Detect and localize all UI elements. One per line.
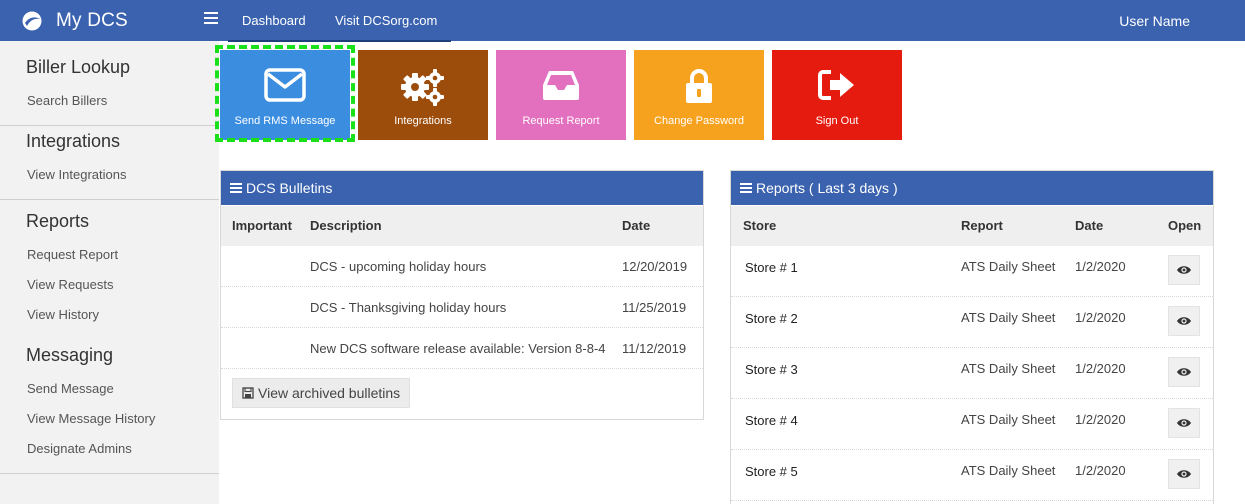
table-row: Store # 3 ATS Daily Sheet 1/2/2020 xyxy=(731,348,1213,399)
open-report-button[interactable] xyxy=(1168,306,1200,336)
sidebar-divider xyxy=(0,473,219,474)
sidebar-item-designate-admins[interactable]: Designate Admins xyxy=(27,441,132,456)
table-row[interactable]: New DCS software release available: Vers… xyxy=(221,328,703,369)
eye-icon xyxy=(1177,317,1191,325)
sidebar-item-request-report[interactable]: Request Report xyxy=(27,247,118,262)
table-row[interactable]: DCS - Thanksgiving holiday hours 11/25/2… xyxy=(221,287,703,328)
nav-visit-dcsorg-link[interactable]: Visit DCSorg.com xyxy=(335,0,437,41)
sidebar-item-view-requests[interactable]: View Requests xyxy=(27,277,113,292)
open-report-button[interactable] xyxy=(1168,408,1200,438)
sidebar-item-search-billers[interactable]: Search Billers xyxy=(27,93,107,108)
app-name: My DCS xyxy=(56,9,128,31)
sidebar-heading-biller-lookup: Biller Lookup xyxy=(26,57,131,77)
archive-button-label: View archived bulletins xyxy=(258,385,401,401)
view-archived-bulletins-button[interactable]: View archived bulletins xyxy=(232,378,411,408)
tile-integrations[interactable]: Integrations xyxy=(358,50,488,140)
column-header-store: Store xyxy=(743,218,777,233)
sidebar-item-view-history[interactable]: View History xyxy=(27,307,99,322)
report-name: ATS Daily Sheet xyxy=(961,463,1056,478)
bulletins-header: DCS Bulletins xyxy=(221,171,703,205)
reports-header: Reports ( Last 3 days ) xyxy=(731,171,1213,205)
user-name-menu[interactable]: User Name xyxy=(1119,0,1190,41)
report-name: ATS Daily Sheet xyxy=(961,259,1056,274)
menu-toggle-icon[interactable] xyxy=(204,12,218,26)
report-store: Store # 1 xyxy=(745,260,798,275)
bulletin-date: 11/25/2019 xyxy=(622,300,687,315)
column-header-date: Date xyxy=(1075,218,1104,233)
report-date: 1/2/2020 xyxy=(1075,310,1126,325)
bulletin-description[interactable]: DCS - upcoming holiday hours xyxy=(310,259,486,274)
tile-label: Request Report xyxy=(522,115,600,127)
bulletin-description[interactable]: New DCS software release available: Vers… xyxy=(310,341,606,356)
dcs-logo-icon xyxy=(22,11,42,30)
eye-icon xyxy=(1177,266,1191,274)
report-name: ATS Daily Sheet xyxy=(961,310,1056,325)
brand[interactable]: My DCS xyxy=(22,0,128,41)
sidebar-item-view-integrations[interactable]: View Integrations xyxy=(27,167,127,182)
report-name: ATS Daily Sheet xyxy=(961,412,1056,427)
sidebar-heading-reports: Reports xyxy=(26,211,90,231)
sidebar-divider xyxy=(0,125,219,126)
report-store: Store # 5 xyxy=(745,464,798,479)
sign-out-icon xyxy=(818,70,854,100)
sidebar-divider xyxy=(0,199,219,200)
table-row: Store # 4 ATS Daily Sheet 1/2/2020 xyxy=(731,399,1213,450)
open-report-button[interactable] xyxy=(1168,357,1200,387)
column-header-open: Open xyxy=(1168,218,1202,233)
column-header-date: Date xyxy=(622,218,651,233)
table-row: Store # 5 ATS Daily Sheet 1/2/2020 xyxy=(731,450,1213,501)
report-date: 1/2/2020 xyxy=(1075,412,1126,427)
table-row: Store # 1 ATS Daily Sheet 1/2/2020 xyxy=(731,246,1213,297)
tile-label: Integrations xyxy=(394,115,452,127)
eye-icon xyxy=(1177,470,1191,478)
lock-icon xyxy=(686,69,712,103)
tile-label: Sign Out xyxy=(815,115,859,127)
open-report-button[interactable] xyxy=(1168,459,1200,489)
tile-request-report[interactable]: Request Report xyxy=(496,50,626,140)
list-icon xyxy=(740,181,752,195)
report-store: Store # 4 xyxy=(745,413,798,428)
reports-title: Reports ( Last 3 days ) xyxy=(756,180,898,196)
gears-icon xyxy=(401,69,444,106)
sidebar-heading-messaging: Messaging xyxy=(26,345,114,365)
bulletins-panel: DCS Bulletins Important Description Date… xyxy=(220,170,704,420)
list-icon xyxy=(230,181,242,195)
column-header-important: Important xyxy=(232,218,292,233)
bulletin-date: 11/12/2019 xyxy=(622,341,687,356)
table-row[interactable]: DCS - upcoming holiday hours 12/20/2019 xyxy=(221,246,703,287)
report-date: 1/2/2020 xyxy=(1075,463,1126,478)
sidebar: Biller Lookup Search Billers Integration… xyxy=(0,41,219,504)
report-store: Store # 2 xyxy=(745,311,798,326)
open-report-button[interactable] xyxy=(1168,255,1200,285)
tile-label: Change Password xyxy=(654,115,744,127)
table-row: Store # 2 ATS Daily Sheet 1/2/2020 xyxy=(731,297,1213,348)
bulletins-title: DCS Bulletins xyxy=(246,180,333,196)
column-header-description: Description xyxy=(310,218,382,233)
sidebar-heading-integrations: Integrations xyxy=(26,131,121,151)
eye-icon xyxy=(1177,419,1191,427)
column-header-report: Report xyxy=(961,218,1003,233)
bulletin-date: 12/20/2019 xyxy=(622,259,688,274)
report-date: 1/2/2020 xyxy=(1075,361,1126,376)
reports-table-header: Store Report Date Open xyxy=(731,206,1213,246)
bulletins-table-header: Important Description Date xyxy=(221,206,703,246)
tile-sign-out[interactable]: Sign Out xyxy=(772,50,902,140)
nav-active-underline xyxy=(228,40,451,42)
bulletin-description[interactable]: DCS - Thanksgiving holiday hours xyxy=(310,300,506,315)
nav-dashboard-link[interactable]: Dashboard xyxy=(242,0,306,41)
focus-outline xyxy=(215,45,355,142)
tile-change-password[interactable]: Change Password xyxy=(634,50,764,140)
report-date: 1/2/2020 xyxy=(1075,259,1126,274)
report-store: Store # 3 xyxy=(745,362,798,377)
reports-panel: Reports ( Last 3 days ) Store Report Dat… xyxy=(730,170,1214,504)
top-bar: My DCS Dashboard Visit DCSorg.com User N… xyxy=(0,0,1245,42)
eye-icon xyxy=(1177,368,1191,376)
save-icon xyxy=(242,387,254,399)
inbox-icon xyxy=(543,71,579,100)
sidebar-item-send-message[interactable]: Send Message xyxy=(27,381,114,396)
sidebar-item-view-message-history[interactable]: View Message History xyxy=(27,411,155,426)
report-name: ATS Daily Sheet xyxy=(961,361,1056,376)
